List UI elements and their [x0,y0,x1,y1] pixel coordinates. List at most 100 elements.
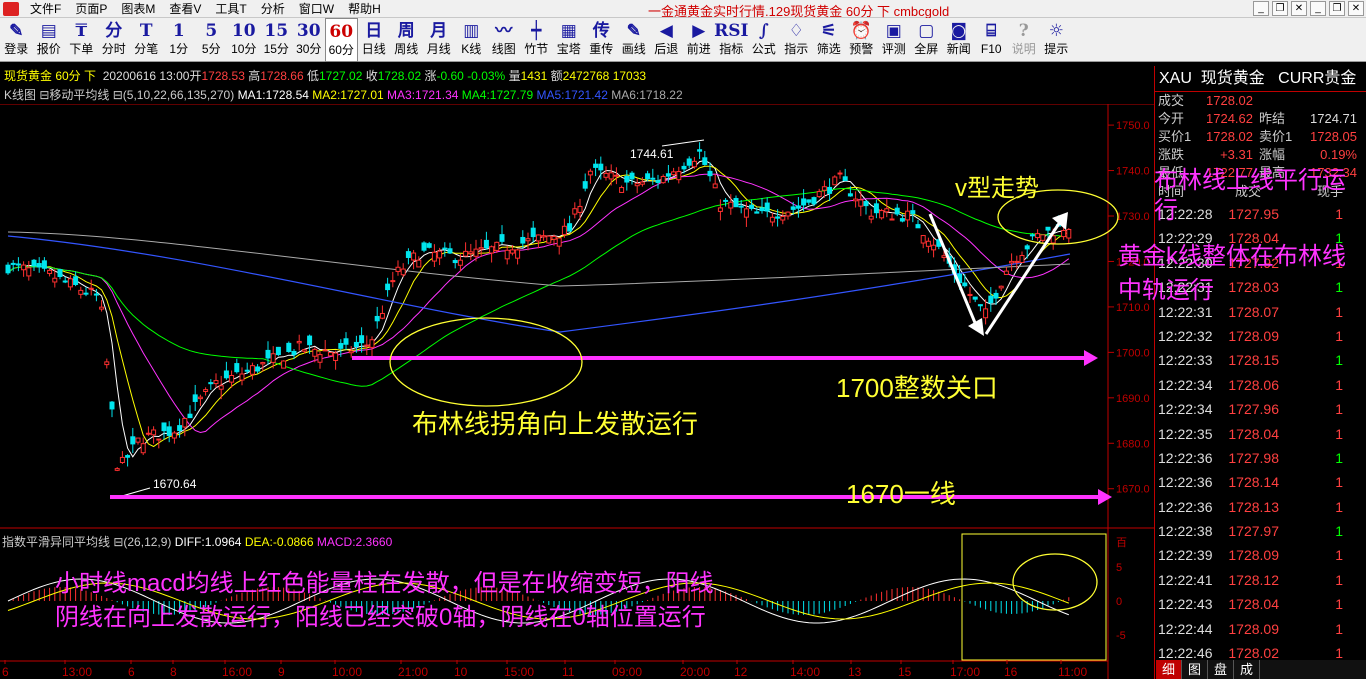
candle-body [619,187,625,193]
toolbar-btn-24[interactable]: ♢ 指示 [780,18,813,62]
toolbar-btn-7[interactable]: 10 10分 [228,18,261,62]
toolbar-btn-2[interactable]: ₸ 下单 [65,18,98,62]
minimize-icon-2[interactable]: _ [1310,1,1326,16]
toolbar-icon-2: ₸ [75,21,88,41]
toolbar-btn-26[interactable]: ⏰ 预警 [845,18,878,62]
time-label: 12 [734,665,748,679]
toolbar-icon-23: ∫ [758,21,769,41]
ma3-value: MA3:1721.34 [387,88,459,102]
toolbar-btn-15[interactable]: 〰线图 [488,18,521,62]
toolbar-btn-6[interactable]: 5 5分 [195,18,228,62]
toolbar-btn-8[interactable]: 15 15分 [260,18,293,62]
toolbar-btn-22[interactable]: RSI 指标 [714,18,748,62]
toolbar-btn-28[interactable]: ▢ 全屏 [910,18,943,62]
toolbar-btn-3[interactable]: 分分时 [98,18,131,62]
candle-body [754,211,760,214]
candle-body [52,277,58,283]
toolbar-btn-4[interactable]: T 分笔 [130,18,163,62]
toolbar-btn-12[interactable]: 周周线 [390,18,423,62]
candle-body [863,201,869,207]
toolbar-btn-23[interactable]: ∫ 公式 [748,18,781,62]
menu-analysis[interactable]: 分析 [254,0,292,17]
toolbar-btn-17[interactable]: ▦ 宝塔 [553,18,586,62]
candle-body [801,198,807,206]
high-mark: 1744.61 [630,147,674,161]
candle-body [1061,230,1067,238]
candle-body [660,175,666,184]
ma-title[interactable]: K线图 ⊟移动平均线 ⊟(5,10,22,66,135,270) [4,88,234,102]
candle-body [634,183,640,187]
close-icon-2[interactable]: ✕ [1348,1,1364,16]
toolbar-btn-21[interactable]: ▶ 前进 [683,18,716,62]
panel-tab-2[interactable]: 盘 [1208,660,1234,679]
candle-body [712,183,718,189]
toolbar-btn-20[interactable]: ◀ 后退 [650,18,683,62]
candle-body [603,172,609,178]
time-label: 11 [562,665,575,679]
toolbar-btn-19[interactable]: ✎ 画线 [618,18,651,62]
toolbar-btn-11[interactable]: 日日线 [358,18,391,62]
candle-body [509,249,515,254]
candle-body [905,210,911,221]
toolbar-btn-0[interactable]: ✎ 登录 [0,18,33,62]
toolbar-btn-25[interactable]: ⚟ 筛选 [813,18,846,62]
toolbar-btn-18[interactable]: 传重传 [585,18,618,62]
toolbar-icon-0: ✎ [9,21,24,41]
menu-file[interactable]: 文件F [23,0,68,17]
close-icon[interactable]: ✕ [1291,1,1307,16]
candle-body [109,401,115,410]
candle-body [218,385,224,390]
candle-body [140,443,146,454]
v-arrow-up-head [1052,212,1068,230]
candle-body [816,191,822,198]
candle-body [1035,233,1041,239]
toolbar-btn-16[interactable]: ┿ 竹节 [520,18,553,62]
panel-tab-3[interactable]: 成 [1234,660,1260,679]
toolbar-btn-5[interactable]: 1 1分 [163,18,196,62]
candle-body [197,396,203,400]
toolbar-btn-32[interactable]: ☼ 提示 [1040,18,1073,62]
time-label: 16:00 [222,665,252,679]
restore-icon-2[interactable]: ❐ [1329,1,1345,16]
toolbar-btn-27[interactable]: ▣ 评测 [878,18,911,62]
toolbar-btn-9[interactable]: 30 30分 [293,18,326,62]
minimize-icon[interactable]: _ [1253,1,1269,16]
panel-tab-1[interactable]: 图 [1182,660,1208,679]
quote-row-2: 买价1 1728.02 卖价1 1728.05 [1158,129,1357,144]
menu-window[interactable]: 窗口W [292,0,341,17]
candle-body [234,363,240,373]
menu-chart[interactable]: 图表M [114,0,162,17]
toolbar-label-5: 1分 [169,42,189,56]
menu-view[interactable]: 查看V [162,0,208,17]
toolbar-label-14: K线 [461,42,482,56]
toolbar-btn-31[interactable]: ? 说明 [1008,18,1041,62]
restore-icon[interactable]: ❐ [1272,1,1288,16]
candle-body [265,349,271,359]
menu-page[interactable]: 页面P [68,0,114,17]
macd-title[interactable]: 指数平滑异同平均线 ⊟(26,12,9) [2,535,171,549]
candle-body [707,170,713,177]
candle-body [88,287,94,290]
toolbar-btn-10[interactable]: 60 60分 [325,18,358,62]
tick-row: 12:22:43 1728.04 1 [1158,596,1343,613]
toolbar-btn-13[interactable]: 月月线 [423,18,456,62]
toolbar-btn-1[interactable]: ▤ 报价 [33,18,66,62]
candle-body [525,238,531,242]
candle-body [780,215,786,221]
menu-help[interactable]: 帮助H [341,0,388,17]
macd-axis-label: 0 [1116,596,1122,608]
candle-body [286,342,292,352]
candle-body [182,418,188,428]
candle-body [546,235,552,244]
volume-value: 1431 [520,69,548,83]
panel-tab-0[interactable]: 细 [1156,660,1182,679]
toolbar-btn-29[interactable]: ◙ 新闻 [943,18,976,62]
menu-tools[interactable]: 工具T [208,0,253,17]
toolbar-icon-16: ┿ [531,21,542,41]
toolbar-btn-14[interactable]: ▥ K线 [455,18,488,62]
candle-body [962,282,968,287]
toolbar-btn-30[interactable]: ⌸ F10 [975,18,1008,62]
toolbar-label-3: 分时 [101,42,126,56]
candle-body [229,374,235,383]
toolbar-icon-27: ▣ [885,21,902,41]
